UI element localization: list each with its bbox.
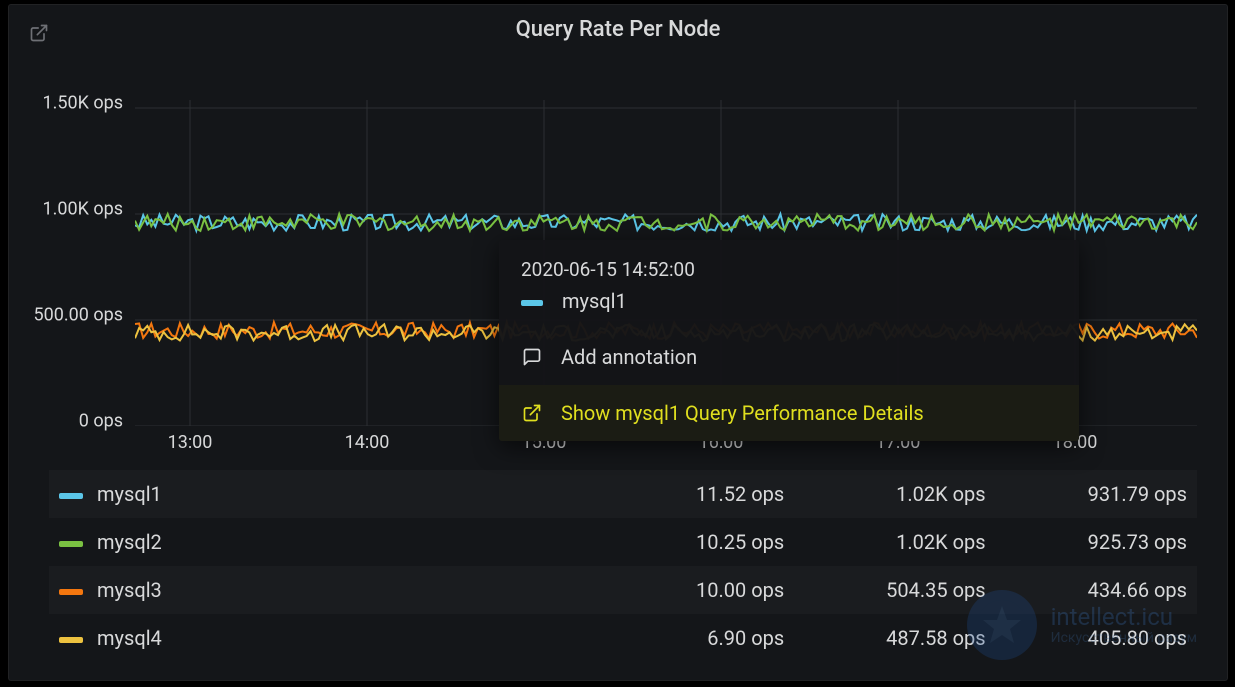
legend-row[interactable]: mysql2 10.25 ops1.02K ops925.73 ops	[49, 518, 1197, 566]
y-axis-labels: 1.50K ops 1.00K ops 500.00 ops 0 ops	[9, 95, 129, 425]
legend-table: mysql111.52 ops1.02K ops931.79 opsmysql2…	[49, 470, 1197, 662]
legend-value: 925.73 ops	[996, 518, 1197, 566]
legend-row[interactable]: mysql3 10.00 ops504.35 ops434.66 ops	[49, 566, 1197, 614]
panel-title: Query Rate Per Node	[9, 5, 1227, 48]
legend-series-name: mysql1	[97, 482, 162, 506]
external-link-icon	[521, 403, 543, 423]
legend-value: 434.66 ops	[996, 566, 1197, 614]
tooltip-swatch	[521, 300, 543, 306]
legend-value: 1.02K ops	[794, 518, 995, 566]
external-link-icon[interactable]	[29, 23, 49, 43]
y-tick: 0 ops	[79, 411, 123, 432]
legend-value: 487.58 ops	[794, 614, 995, 662]
menu-show-details-label: Show mysql1 Query Performance Details	[561, 401, 924, 425]
y-tick: 500.00 ops	[34, 305, 123, 326]
menu-add-annotation[interactable]: Add annotation	[499, 329, 1079, 385]
legend-value: 1.02K ops	[794, 470, 995, 518]
y-tick: 1.00K ops	[42, 199, 123, 220]
legend-value: 11.52 ops	[371, 470, 794, 518]
menu-show-details[interactable]: Show mysql1 Query Performance Details	[499, 385, 1079, 441]
datapoint-context-menu: 2020-06-15 14:52:00 mysql1 Add annotatio…	[499, 240, 1079, 441]
legend-series-name: mysql2	[97, 530, 162, 554]
panel-query-rate: Query Rate Per Node 1.50K ops 1.00K ops …	[8, 4, 1228, 681]
legend-value: 6.90 ops	[371, 614, 794, 662]
legend-value: 405.80 ops	[996, 614, 1197, 662]
menu-add-annotation-label: Add annotation	[561, 345, 697, 369]
legend-series-name: mysql3	[97, 578, 162, 602]
tooltip-series-name: mysql1	[562, 289, 627, 313]
legend-value: 504.35 ops	[794, 566, 995, 614]
x-tick: 14:00	[345, 432, 390, 453]
legend-value: 10.25 ops	[371, 518, 794, 566]
y-tick: 1.50K ops	[42, 93, 123, 114]
x-tick: 13:00	[168, 432, 213, 453]
legend-swatch	[59, 589, 83, 595]
legend-row[interactable]: mysql4 6.90 ops487.58 ops405.80 ops	[49, 614, 1197, 662]
tooltip-timestamp: 2020-06-15 14:52:00	[521, 258, 1057, 281]
tooltip-series: mysql1	[521, 289, 1057, 313]
legend-swatch	[59, 637, 83, 643]
legend-series-name: mysql4	[97, 626, 162, 650]
legend-value: 931.79 ops	[996, 470, 1197, 518]
legend-value: 10.00 ops	[371, 566, 794, 614]
legend-swatch	[59, 541, 83, 547]
comment-icon	[521, 347, 543, 367]
tooltip-header: 2020-06-15 14:52:00 mysql1	[499, 240, 1079, 329]
legend-row[interactable]: mysql1 11.52 ops1.02K ops931.79 ops	[49, 470, 1197, 518]
legend-swatch	[59, 493, 83, 499]
